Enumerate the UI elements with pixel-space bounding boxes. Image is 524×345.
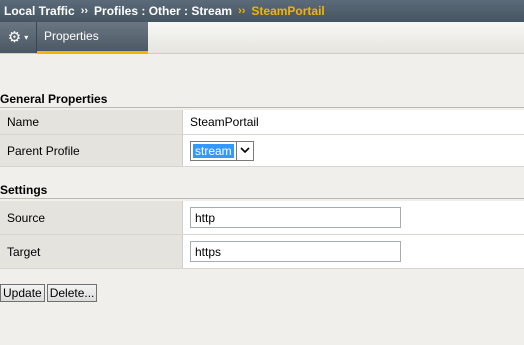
tab-properties[interactable]: Properties xyxy=(37,22,148,54)
parent-profile-select[interactable]: stream xyxy=(190,140,254,161)
breadcrumb-separator: ›› xyxy=(238,5,246,17)
name-label: Name xyxy=(0,110,183,134)
source-row: Source xyxy=(0,201,524,235)
action-buttons: Update Delete... xyxy=(0,284,98,302)
active-tab-indicator xyxy=(37,51,148,54)
chevron-down-icon: ▾ xyxy=(24,33,29,42)
gear-icon: ⚙ xyxy=(7,29,22,46)
gear-menu-button[interactable]: ⚙ ▾ xyxy=(0,22,37,53)
tab-bar: ⚙ ▾ Properties xyxy=(0,22,524,54)
parent-profile-cell: stream xyxy=(183,135,524,166)
chevron-down-icon[interactable] xyxy=(235,141,253,160)
breadcrumb: Local Traffic ›› Profiles : Other : Stre… xyxy=(0,0,524,22)
name-value: SteamPortail xyxy=(183,110,524,134)
parent-profile-label: Parent Profile xyxy=(0,135,183,166)
target-label: Target xyxy=(0,235,183,268)
breadcrumb-profiles-other-stream[interactable]: Profiles : Other : Stream xyxy=(94,4,232,18)
parent-profile-selected-value: stream xyxy=(193,143,234,158)
name-row: Name SteamPortail xyxy=(0,110,524,135)
breadcrumb-current: SteamPortail xyxy=(251,4,325,18)
breadcrumb-local-traffic[interactable]: Local Traffic xyxy=(4,4,75,18)
target-input[interactable] xyxy=(190,241,401,262)
general-properties-heading: General Properties xyxy=(0,90,524,108)
update-button[interactable]: Update xyxy=(0,284,45,302)
source-input[interactable] xyxy=(190,207,401,228)
breadcrumb-separator: ›› xyxy=(80,5,89,17)
tab-properties-label: Properties xyxy=(44,29,99,43)
target-cell xyxy=(183,235,524,268)
source-cell xyxy=(183,201,524,234)
target-row: Target xyxy=(0,235,524,269)
settings-heading: Settings xyxy=(0,181,524,199)
parent-profile-row: Parent Profile stream xyxy=(0,135,524,167)
delete-button[interactable]: Delete... xyxy=(46,284,98,302)
source-label: Source xyxy=(0,201,183,234)
